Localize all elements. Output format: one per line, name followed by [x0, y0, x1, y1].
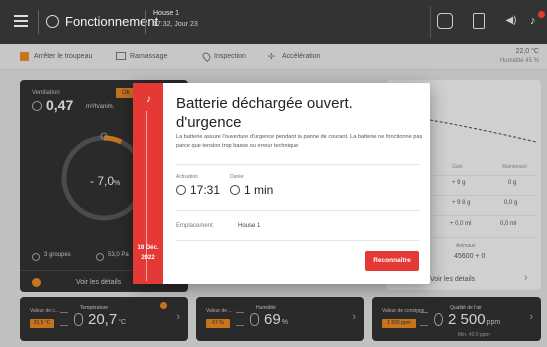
alarm-description: La batterie assure l'ouverture d'urgence…: [176, 134, 423, 149]
acknowledge-button[interactable]: Reconnaître: [365, 251, 419, 271]
duration-value: 1 min: [244, 183, 274, 197]
duration-label: Durée: [230, 174, 244, 180]
clock-icon: [176, 185, 186, 195]
location-label: Emplacement: [176, 223, 213, 229]
divider: [145, 10, 146, 34]
divider: [176, 240, 420, 241]
alarm-year: 2022: [141, 255, 155, 261]
alarm-date: 18 Déc.: [137, 245, 159, 251]
alarm-title: Batterie déchargée ouvert. d'urgence: [176, 95, 353, 131]
alarm-indicator: [538, 11, 545, 18]
speaker-icon[interactable]: ◀): [503, 13, 519, 29]
status-icon: [46, 15, 59, 28]
home-icon[interactable]: [437, 13, 453, 29]
menu-icon[interactable]: [14, 15, 28, 27]
alarm-bell-icon: ♪: [146, 94, 151, 105]
divider: [430, 6, 431, 38]
location-value: House 1: [238, 223, 261, 229]
house-name[interactable]: House 1: [153, 10, 179, 17]
top-bar: Fonctionnement House 1 17:32, Jour 23 ◀)…: [0, 0, 547, 44]
alarm-side-bar: ♪ 18 Déc. 2022: [133, 83, 163, 284]
activation-label: Activation: [176, 174, 198, 180]
alarm-dialog: ♪ 18 Déc. 2022 Batterie déchargée ouvert…: [133, 83, 430, 284]
divider: [176, 210, 420, 211]
divider: [38, 10, 39, 34]
document-icon[interactable]: [473, 13, 485, 29]
activation-value: 17:31: [190, 183, 221, 197]
house-time: 17:32, Jour 23: [153, 21, 198, 28]
clock-icon: [230, 185, 240, 195]
divider: [176, 164, 420, 165]
